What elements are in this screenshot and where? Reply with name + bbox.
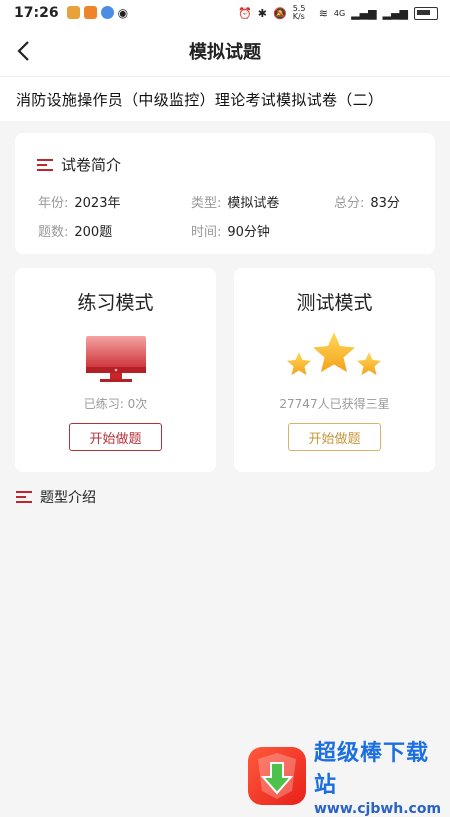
intro-header: 试卷简介	[37, 154, 121, 175]
bluetooth-icon: ✱	[257, 6, 267, 20]
status-time: 17:26	[14, 5, 59, 21]
download-arrow-icon	[258, 753, 296, 799]
section-icon	[16, 491, 32, 503]
intro-heading: 试卷简介	[61, 156, 122, 174]
three-stars-icon	[287, 332, 381, 375]
eye-icon: ◉	[117, 6, 129, 20]
app-notification-icon	[83, 6, 97, 19]
battery-icon	[414, 6, 438, 20]
type-label: 类型:	[191, 196, 222, 211]
test-stars-count: 27747人已获得三星	[279, 397, 390, 411]
practice-mode-title: 练习模式	[77, 292, 154, 314]
test-mode-title: 测试模式	[296, 292, 373, 314]
exam-title-bar: 消防设施操作员（中级监控）理论考试模拟试卷（二）	[0, 76, 450, 121]
year-field: 年份: 2023年	[38, 192, 120, 211]
time-field: 时间: 90分钟	[191, 221, 270, 240]
watermark-url: www.cjbwh.com	[314, 801, 442, 817]
count-label: 题数:	[38, 225, 69, 240]
year-value: 2023年	[74, 196, 121, 211]
practice-start-button[interactable]: 开始做题	[69, 423, 162, 451]
count-value: 200题	[74, 225, 113, 240]
type-value: 模拟试卷	[227, 196, 280, 211]
watermark: 超级棒下载站 www.cjbwh.com	[248, 735, 450, 817]
exam-intro-card: 试卷简介 年份: 2023年 类型: 模拟试卷 总分: 83分 题数: 200题 时间:…	[15, 133, 435, 254]
score-value: 83分	[370, 196, 400, 211]
notification-icons: ◉	[66, 6, 129, 20]
test-mode-card[interactable]: 测试模式 27747人已获得三星 开始做题	[234, 268, 435, 472]
score-label: 总分:	[334, 196, 365, 211]
alarm-icon: ⏰	[238, 6, 252, 20]
mute-icon: 🔕	[273, 6, 287, 20]
watermark-name: 超级棒下载站	[314, 741, 430, 798]
signal-icon: ▂▄▆	[382, 6, 408, 20]
time-value: 90分钟	[227, 225, 270, 240]
section-icon	[37, 158, 53, 171]
app-notification-icon	[100, 6, 114, 19]
year-label: 年份:	[38, 196, 69, 211]
signal-icon: ▂▄▆	[351, 6, 377, 20]
question-types-heading: 题型介绍	[40, 490, 96, 506]
practice-mode-card[interactable]: 练习模式 已练习: 0次 开始做题	[15, 268, 216, 472]
type-field: 类型: 模拟试卷	[191, 192, 279, 211]
question-types-header: 题型介绍	[16, 487, 96, 507]
count-field: 题数: 200题	[38, 221, 112, 240]
monitor-icon	[86, 336, 146, 382]
practice-count: 已练习: 0次	[83, 397, 148, 411]
exam-title: 消防设施操作员（中级监控）理论考试模拟试卷（二）	[16, 91, 384, 109]
net-speed: 5.5 K/s	[292, 4, 306, 21]
time-label: 时间:	[191, 225, 222, 240]
test-start-button[interactable]: 开始做题	[288, 423, 381, 451]
score-field: 总分: 83分	[334, 192, 400, 211]
watermark-logo-icon	[248, 747, 306, 805]
nav-bar: 模拟试题	[0, 26, 450, 76]
status-bar: 17:26 ◉ ⏰ ✱ 🔕 5.5 K/s ≋ 4G ▂▄▆ ▂▄▆	[0, 0, 450, 26]
network-label: 4G	[333, 8, 346, 18]
page-title: 模拟试题	[189, 42, 261, 63]
app-notification-icon	[66, 6, 80, 19]
wifi-icon: ≋	[318, 6, 328, 20]
status-right: ⏰ ✱ 🔕 5.5 K/s ≋ 4G ▂▄▆ ▂▄▆	[238, 5, 438, 21]
